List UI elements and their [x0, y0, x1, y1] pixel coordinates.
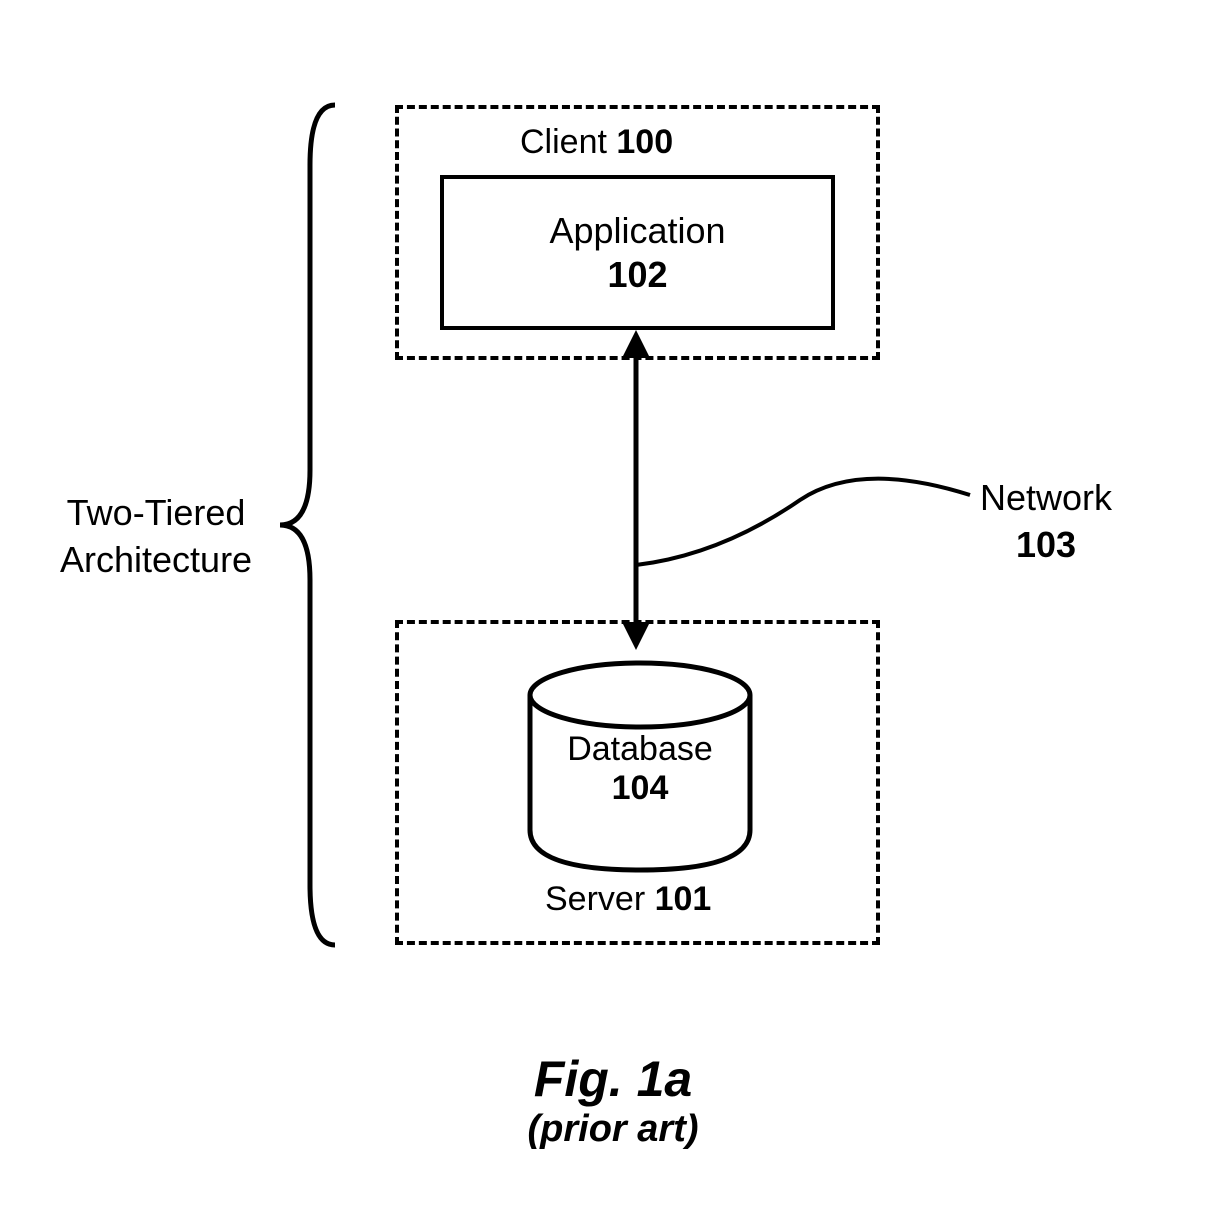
- server-name: Server: [545, 880, 645, 918]
- database-ref: 104: [565, 769, 715, 808]
- database-name: Database: [565, 730, 715, 769]
- server-ref: 101: [655, 880, 712, 918]
- client-name: Client: [520, 123, 607, 161]
- figure-number: Fig. 1a: [0, 1050, 1226, 1108]
- database-label: Database 104: [565, 730, 715, 808]
- application-box: Application 102: [440, 175, 835, 330]
- server-label: Server 101: [545, 880, 711, 919]
- figure-note: (prior art): [0, 1108, 1226, 1151]
- client-label: Client 100: [520, 123, 673, 162]
- two-tier-architecture-diagram: Two-Tiered Architecture Client 100 Appli…: [0, 0, 1226, 1226]
- network-name: Network: [980, 477, 1112, 518]
- application-ref: 102: [607, 254, 667, 296]
- arch-line2: Architecture: [60, 539, 252, 580]
- network-ref: 103: [980, 522, 1112, 569]
- figure-caption: Fig. 1a (prior art): [0, 1050, 1226, 1151]
- network-label: Network 103: [980, 475, 1112, 569]
- client-ref: 100: [616, 123, 673, 161]
- application-name: Application: [549, 210, 725, 252]
- arch-line1: Two-Tiered: [67, 492, 246, 533]
- architecture-title: Two-Tiered Architecture: [60, 490, 252, 584]
